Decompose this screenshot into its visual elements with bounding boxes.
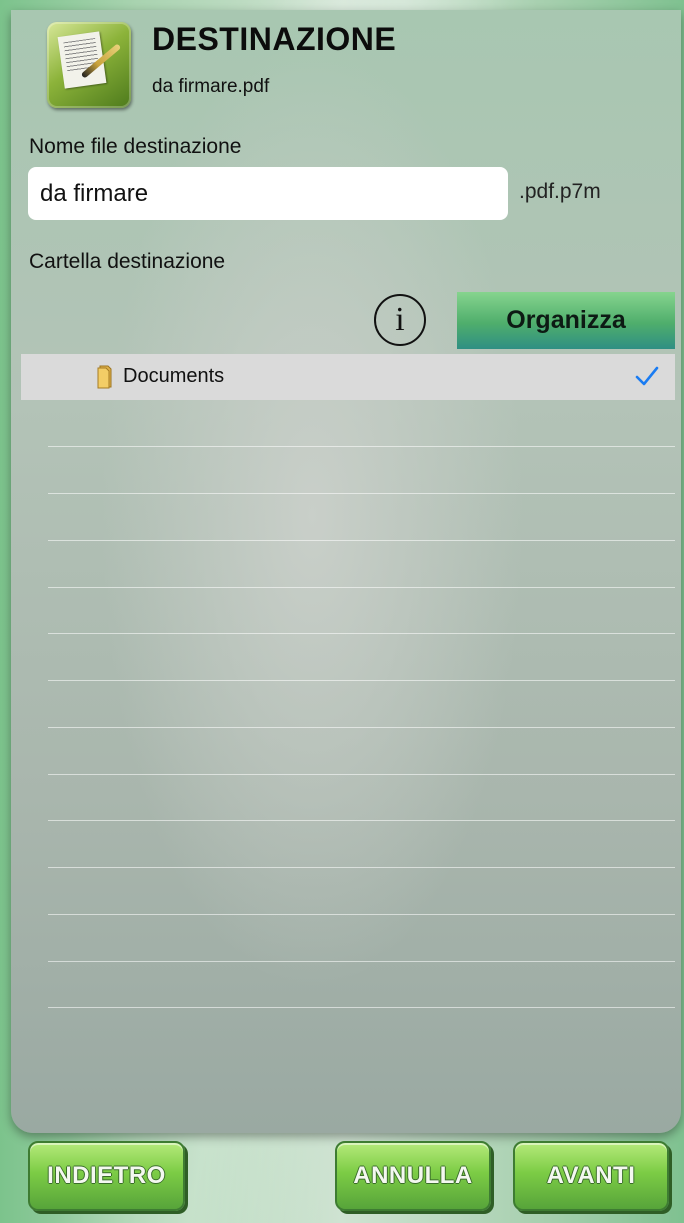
list-separator — [48, 493, 675, 494]
folder-icon — [97, 365, 112, 389]
organize-button[interactable]: Organizza — [457, 292, 675, 349]
list-separator — [48, 867, 675, 868]
cancel-button[interactable]: ANNULLA — [335, 1141, 491, 1211]
list-separator — [48, 680, 675, 681]
list-separator — [48, 820, 675, 821]
list-separator — [48, 587, 675, 588]
list-separator — [48, 1007, 675, 1008]
list-separator — [48, 540, 675, 541]
page-title: DESTINAZIONE — [152, 21, 397, 57]
folder-row-documents[interactable]: Documents — [21, 354, 675, 400]
list-separator — [48, 961, 675, 962]
next-button[interactable]: AVANTI — [513, 1141, 669, 1211]
info-button[interactable]: i — [374, 294, 426, 346]
filename-label: Nome file destinazione — [29, 135, 242, 158]
folder-label: Cartella destinazione — [29, 250, 226, 273]
list-separator — [48, 914, 675, 915]
folder-name: Documents — [123, 365, 225, 387]
file-extension: .pdf.p7m — [519, 180, 601, 203]
source-filename: da firmare.pdf — [152, 76, 270, 97]
destination-panel: DESTINAZIONE da firmare.pdf Nome file de… — [11, 10, 681, 1133]
checkmark-icon — [635, 366, 659, 386]
info-circle-icon: i — [395, 301, 405, 338]
filename-input[interactable] — [28, 167, 508, 220]
list-separator — [48, 727, 675, 728]
signature-pen-document-icon — [47, 22, 131, 108]
list-separator — [48, 774, 675, 775]
back-button[interactable]: INDIETRO — [28, 1141, 185, 1211]
list-separator — [48, 446, 675, 447]
list-separator — [48, 633, 675, 634]
